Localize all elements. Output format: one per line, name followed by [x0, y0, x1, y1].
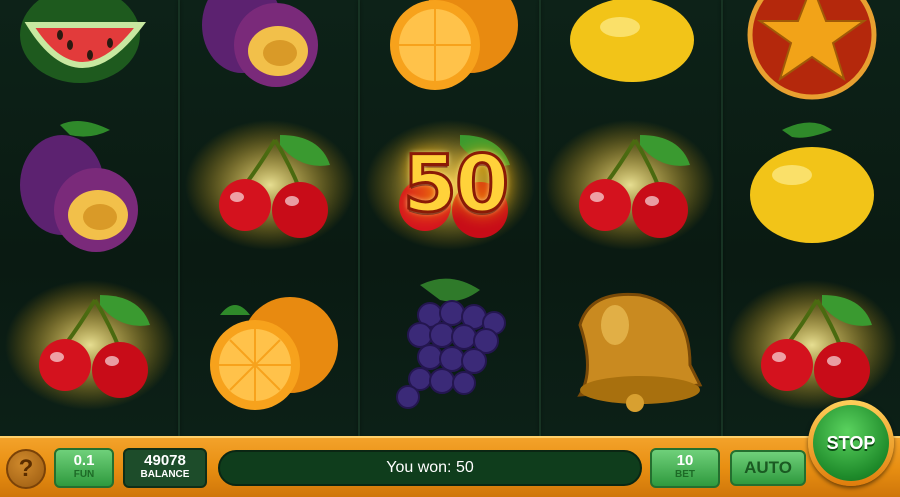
stop-button-ring: STOP: [808, 400, 894, 486]
bet-value: 10: [676, 452, 694, 469]
help-button[interactable]: ?: [6, 449, 46, 489]
symbol-cherry-glowing: [540, 115, 720, 275]
win-message: You won: 50: [218, 450, 642, 486]
symbol-watermelon: [0, 0, 180, 115]
symbol-bell: [540, 275, 720, 435]
bet-button[interactable]: 10 BET: [650, 448, 720, 488]
win-amount: 50: [401, 139, 511, 232]
symbol-orange: [180, 275, 360, 435]
symbol-grapes: [360, 275, 540, 435]
symbol-cherry-glowing: [180, 115, 360, 275]
auto-button[interactable]: AUTO: [730, 450, 806, 486]
symbol-lemon: [540, 0, 720, 115]
symbol-plum: [0, 115, 180, 275]
stop-button[interactable]: STOP: [813, 405, 889, 481]
balance-value: 49078: [144, 452, 186, 469]
reels-area: 50: [0, 0, 900, 436]
symbol-lemon: [722, 115, 900, 275]
balance-label: BALANCE: [140, 469, 190, 480]
symbol-cherry-glowing: [0, 275, 180, 435]
symbol-orange: [360, 0, 540, 115]
control-bar: ? 0.1 FUN 49078 BALANCE You won: 50 10 B…: [0, 436, 900, 497]
coin-value-button[interactable]: 0.1 FUN: [54, 448, 114, 488]
balance-display: 49078 BALANCE: [123, 448, 207, 488]
symbol-star: [722, 0, 900, 115]
bet-label: BET: [675, 469, 695, 480]
coin-label: FUN: [73, 469, 95, 480]
symbol-plum: [180, 0, 360, 115]
coin-value: 0.1: [73, 452, 95, 469]
